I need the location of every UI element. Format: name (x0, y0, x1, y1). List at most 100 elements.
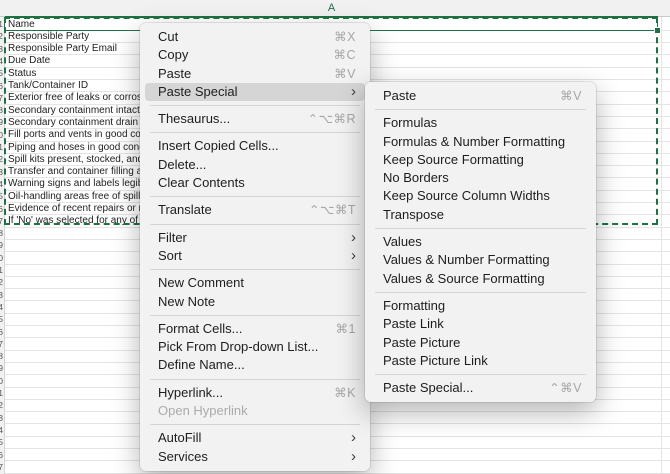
menu-item-label: Paste Special... (383, 379, 473, 397)
context-menu-item-new-comment[interactable]: New Comment (145, 274, 365, 292)
context-menu-item-translate[interactable]: Translate⌃⌥⌘T (145, 201, 365, 219)
menu-item-label: Transpose (383, 206, 444, 224)
paste-special-item-formatting[interactable]: Formatting (370, 297, 591, 315)
context-menu-item-services[interactable]: Services› (145, 448, 365, 466)
row-header-13[interactable]: 13 (0, 167, 3, 177)
chevron-right-icon: › (351, 83, 356, 101)
menu-item-label: Paste Picture (383, 334, 460, 352)
chevron-right-icon: › (351, 229, 356, 247)
menu-item-shortcut: ⌃⌥⌘R (308, 110, 356, 128)
row-header-25[interactable]: 25 (0, 314, 3, 324)
context-menu-item-filter[interactable]: Filter› (145, 229, 365, 247)
fill-handle[interactable] (654, 27, 661, 34)
paste-special-item-no-borders[interactable]: No Borders (370, 169, 591, 187)
row-header-21[interactable]: 21 (0, 265, 3, 275)
chevron-right-icon: › (351, 429, 356, 447)
row-header-19[interactable]: 19 (0, 240, 3, 250)
paste-special-item-values[interactable]: Values (370, 233, 591, 251)
paste-special-item-formulas[interactable]: Formulas (370, 114, 591, 132)
menu-item-label: Clear Contents (158, 174, 245, 192)
paste-special-item-values-source-formatting[interactable]: Values & Source Formatting (370, 270, 591, 288)
menu-item-label: Cut (158, 28, 178, 46)
menu-item-label: Copy (158, 46, 188, 64)
paste-special-separator (375, 374, 586, 375)
context-menu-item-sort[interactable]: Sort› (145, 247, 365, 265)
row-header-17[interactable]: 17 (0, 216, 3, 226)
paste-special-item-values-number-formatting[interactable]: Values & Number Formatting (370, 251, 591, 269)
context-menu-item-pick-from-drop-down-list[interactable]: Pick From Drop-down List... (145, 338, 365, 356)
paste-special-item-paste-link[interactable]: Paste Link (370, 315, 591, 333)
menu-item-label: Thesaurus... (158, 110, 230, 128)
row-header-5[interactable]: 5 (0, 68, 3, 78)
menu-item-label: Format Cells... (158, 320, 243, 338)
gridline (661, 17, 662, 474)
row-header-24[interactable]: 24 (0, 302, 3, 312)
paste-special-item-paste[interactable]: Paste⌘V (370, 87, 591, 105)
row-header-6[interactable]: 6 (0, 81, 3, 91)
row-header-2[interactable]: 2 (0, 31, 3, 41)
row-header-34[interactable]: 34 (0, 425, 3, 435)
context-menu-item-define-name[interactable]: Define Name... (145, 356, 365, 374)
context-menu-item-paste-special[interactable]: Paste Special› (145, 83, 365, 101)
row-header-22[interactable]: 22 (0, 277, 3, 287)
row-header-23[interactable]: 23 (0, 290, 3, 300)
context-menu-item-autofill[interactable]: AutoFill › (145, 429, 365, 447)
context-menu-item-copy[interactable]: Copy⌘C (145, 46, 365, 64)
context-menu-item-paste[interactable]: Paste⌘V (145, 65, 365, 83)
row-header-10[interactable]: 10 (0, 130, 3, 140)
row-header-12[interactable]: 12 (0, 154, 3, 164)
row-header-4[interactable]: 4 (0, 56, 3, 66)
context-menu-item-format-cells[interactable]: Format Cells...⌘1 (145, 320, 365, 338)
row-header-33[interactable]: 33 (0, 413, 3, 423)
row-header-32[interactable]: 32 (0, 400, 3, 410)
row-header-26[interactable]: 26 (0, 327, 3, 337)
paste-special-item-paste-special[interactable]: Paste Special...⌃⌘V (370, 379, 591, 397)
paste-special-item-transpose[interactable]: Transpose (370, 206, 591, 224)
row-header-7[interactable]: 7 (0, 93, 3, 103)
gridline (5, 473, 670, 474)
row-header-31[interactable]: 31 (0, 388, 3, 398)
paste-special-item-keep-source-column-widths[interactable]: Keep Source Column Widths (370, 187, 591, 205)
row-header-27[interactable]: 27 (0, 339, 3, 349)
menu-item-label: Insert Copied Cells... (158, 137, 279, 155)
context-menu-item-new-note[interactable]: New Note (145, 293, 365, 311)
row-header-30[interactable]: 30 (0, 376, 3, 386)
menu-item-label: No Borders (383, 169, 449, 187)
menu-item-label: Open Hyperlink (158, 402, 248, 420)
row-header-35[interactable]: 35 (0, 437, 3, 447)
row-header-11[interactable]: 11 (0, 142, 3, 152)
row-header-36[interactable]: 36 (0, 450, 3, 460)
paste-special-item-paste-picture[interactable]: Paste Picture (370, 334, 591, 352)
row-header-37[interactable]: 37 (0, 462, 3, 472)
paste-special-item-keep-source-formatting[interactable]: Keep Source Formatting (370, 151, 591, 169)
row-header-15[interactable]: 15 (0, 191, 3, 201)
paste-special-submenu: Paste⌘V FormulasFormulas & Number Formatt… (365, 82, 596, 402)
context-menu-item-clear-contents[interactable]: Clear Contents (145, 174, 365, 192)
context-menu-item-thesaurus[interactable]: Thesaurus... ⌃⌥⌘R (145, 110, 365, 128)
menu-item-label: New Note (158, 293, 215, 311)
context-menu-item-insert-copied-cells[interactable]: Insert Copied Cells... (145, 137, 365, 155)
row-header-9[interactable]: 9 (0, 117, 3, 127)
row-header-14[interactable]: 14 (0, 179, 3, 189)
row-header-20[interactable]: 20 (0, 253, 3, 263)
paste-special-item-paste-picture-link[interactable]: Paste Picture Link (370, 352, 591, 370)
column-header-a[interactable]: A (5, 2, 658, 14)
row-header-18[interactable]: 18 (0, 228, 3, 238)
row-header-28[interactable]: 28 (0, 351, 3, 361)
row-header-8[interactable]: 8 (0, 105, 3, 115)
context-menu-item-cut[interactable]: Cut ⌘X (145, 28, 365, 46)
menu-item-shortcut: ⌘X (334, 28, 356, 46)
context-menu-item-hyperlink[interactable]: Hyperlink...⌘K (145, 384, 365, 402)
context-menu-item-delete[interactable]: Delete... (145, 156, 365, 174)
context-menu-item-open-hyperlink: Open Hyperlink (145, 402, 365, 420)
row-header-3[interactable]: 3 (0, 44, 3, 54)
excel-window: A 12345678910111213141516171819202122232… (0, 0, 670, 474)
context-menu-separator (150, 132, 360, 133)
context-menu-separator (150, 196, 360, 197)
row-header-1[interactable]: 1 (0, 19, 3, 29)
row-header-16[interactable]: 16 (0, 204, 3, 214)
row-header-29[interactable]: 29 (0, 363, 3, 373)
paste-special-item-formulas-number-formatting[interactable]: Formulas & Number Formatting (370, 133, 591, 151)
menu-item-shortcut: ⌃⌥⌘T (309, 201, 356, 219)
menu-item-label: AutoFill (158, 429, 201, 447)
